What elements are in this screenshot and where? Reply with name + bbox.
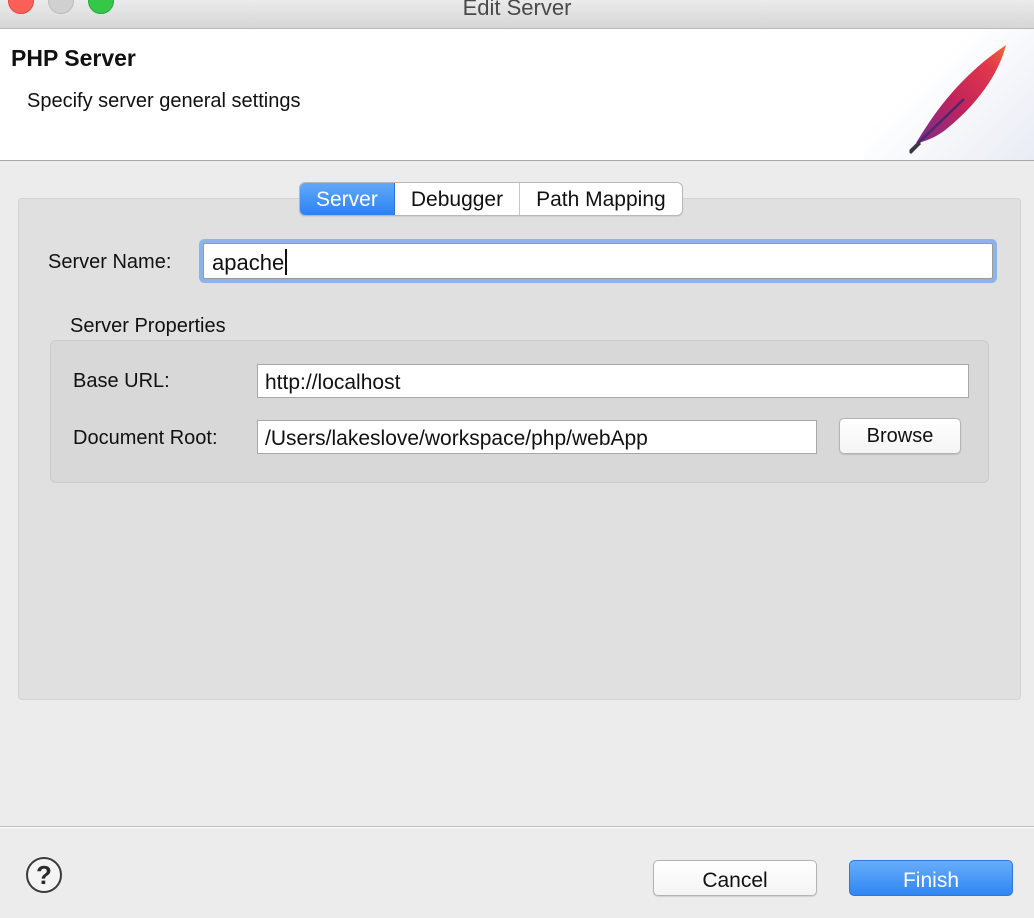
apache-feather-icon	[908, 45, 1006, 155]
finish-button[interactable]: Finish	[849, 860, 1013, 896]
wizard-header: PHP Server Specify server general settin…	[0, 29, 1034, 161]
base-url-input[interactable]: http://localhost	[257, 364, 969, 398]
title-bar: Edit Server	[0, 0, 1034, 29]
browse-button[interactable]: Browse	[839, 418, 961, 454]
tab-server[interactable]: Server	[300, 183, 395, 215]
server-name-label: Server Name:	[48, 251, 172, 273]
server-name-input[interactable]: apache	[203, 243, 993, 279]
tab-bar: Server Debugger Path Mapping	[299, 182, 683, 216]
page-subtitle: Specify server general settings	[27, 90, 301, 112]
server-properties-group	[50, 340, 989, 483]
text-cursor	[285, 249, 288, 276]
tab-path-mapping[interactable]: Path Mapping	[520, 183, 682, 215]
footer-divider-highlight	[0, 827, 1034, 828]
window-title: Edit Server	[462, 0, 572, 20]
header-banner	[864, 29, 1034, 160]
document-root-label: Document Root:	[73, 427, 218, 449]
cancel-button[interactable]: Cancel	[653, 860, 817, 896]
base-url-label: Base URL:	[73, 370, 170, 392]
help-icon[interactable]: ?	[26, 857, 62, 893]
tab-debugger[interactable]: Debugger	[395, 183, 521, 215]
server-properties-title: Server Properties	[70, 315, 226, 337]
document-root-input[interactable]: /Users/lakeslove/workspace/php/webApp	[257, 420, 817, 454]
server-name-value: apache	[212, 250, 285, 275]
page-title: PHP Server	[11, 45, 136, 71]
